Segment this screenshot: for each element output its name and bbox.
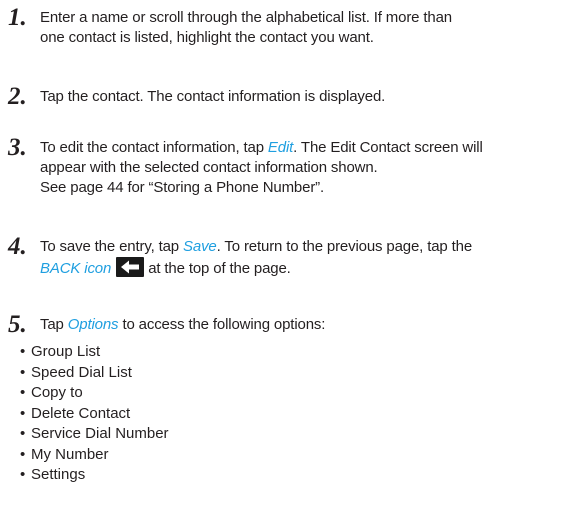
step-text: To edit the contact information, tap Edi… bbox=[40, 138, 560, 198]
step-number: 5. bbox=[8, 311, 27, 338]
instruction-page: 1. Enter a name or scroll through the al… bbox=[0, 0, 570, 530]
step-line: See page 44 for “Storing a Phone Number”… bbox=[40, 179, 325, 196]
bullet-icon: • bbox=[20, 466, 26, 483]
list-item: • Settings bbox=[20, 465, 320, 486]
list-item: • Delete Contact bbox=[20, 404, 320, 425]
back-icon-link[interactable]: BACK icon bbox=[40, 260, 111, 277]
step-text-segment: . The Edit Contact screen will bbox=[293, 139, 483, 156]
step-text-segment: at the top of the page. bbox=[148, 260, 291, 277]
step-number: 3. bbox=[8, 134, 27, 161]
edit-link[interactable]: Edit bbox=[268, 139, 293, 156]
step-4: 4. To save the entry, tap Save. To retur… bbox=[8, 233, 560, 279]
step-line: To edit the contact information, tap Edi… bbox=[40, 138, 560, 158]
step-line: Tap the contact. The contact information… bbox=[40, 88, 386, 105]
option-label: Speed Dial List bbox=[31, 363, 132, 381]
step-line: Enter a name or scroll through the alpha… bbox=[40, 9, 452, 26]
step-text-segment: Tap bbox=[40, 316, 68, 333]
step-line: Tap Options to access the following opti… bbox=[40, 315, 560, 335]
options-link[interactable]: Options bbox=[68, 316, 119, 333]
option-label: Service Dial Number bbox=[31, 425, 169, 442]
option-label: Copy to bbox=[31, 384, 83, 401]
bullet-icon: • bbox=[20, 343, 26, 360]
step-5: 5. Tap Options to access the following o… bbox=[8, 311, 560, 338]
list-item: • Copy to bbox=[20, 383, 320, 404]
bullet-icon: • bbox=[20, 384, 26, 401]
list-item: • Group List bbox=[20, 342, 320, 363]
step-number: 4. bbox=[8, 233, 27, 260]
step-text-segment: To edit the contact information, tap bbox=[40, 139, 268, 156]
step-text: Tap Options to access the following opti… bbox=[40, 315, 560, 335]
list-item: • My Number bbox=[20, 445, 320, 466]
step-2: 2. Tap the contact. The contact informat… bbox=[8, 83, 560, 110]
step-line: appear with the selected contact informa… bbox=[40, 159, 378, 176]
bullet-icon: • bbox=[20, 363, 26, 381]
step-line: BACK icon at the top of the page. bbox=[40, 257, 560, 279]
step-3: 3. To edit the contact information, tap … bbox=[8, 134, 560, 198]
step-text-segment: to access the following options: bbox=[118, 316, 326, 333]
option-label: My Number bbox=[31, 445, 109, 463]
save-link[interactable]: Save bbox=[183, 238, 217, 255]
list-item: • Speed Dial List bbox=[20, 363, 320, 384]
option-label: Group List bbox=[31, 343, 101, 360]
bullet-icon: • bbox=[20, 404, 26, 422]
step-text-segment: To save the entry, tap bbox=[40, 238, 184, 255]
list-item: • Service Dial Number bbox=[20, 424, 320, 445]
option-label: Delete Contact bbox=[31, 404, 131, 422]
step-line: one contact is listed, highlight the con… bbox=[40, 29, 374, 46]
step-number: 2. bbox=[8, 83, 27, 110]
options-list: • Group List • Speed Dial List • Copy to • D… bbox=[20, 342, 320, 486]
step-1: 1. Enter a name or scroll through the al… bbox=[8, 4, 560, 48]
step-number: 1. bbox=[8, 4, 27, 31]
bullet-icon: • bbox=[20, 425, 26, 442]
step-text: Tap the contact. The contact information… bbox=[40, 87, 560, 107]
bullet-icon: • bbox=[20, 445, 26, 463]
step-line: To save the entry, tap Save. To return t… bbox=[40, 237, 560, 257]
option-label: Settings bbox=[31, 466, 86, 483]
step-text-segment: . To return to the previous page, tap th… bbox=[216, 238, 473, 255]
back-arrow-icon[interactable] bbox=[116, 257, 145, 277]
step-text: To save the entry, tap Save. To return t… bbox=[40, 237, 560, 279]
step-text: Enter a name or scroll through the alpha… bbox=[40, 8, 560, 48]
